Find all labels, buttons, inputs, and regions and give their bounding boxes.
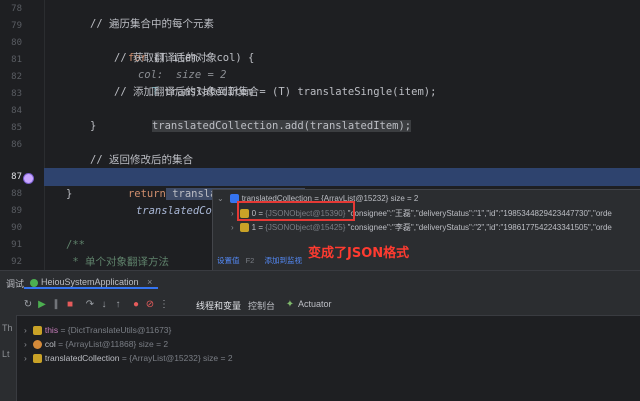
tab-console[interactable]: 控制台 bbox=[248, 299, 275, 312]
breakpoint-icon[interactable] bbox=[24, 174, 33, 183]
variable-value: = {ArrayList@15232} size = 2 bbox=[121, 353, 233, 363]
variable-name: translatedCollection bbox=[44, 353, 120, 363]
side-rail-item[interactable]: Th bbox=[2, 323, 13, 333]
line-number: 85 bbox=[11, 123, 22, 133]
line-number: 79 bbox=[11, 21, 22, 31]
close-icon[interactable]: × bbox=[147, 277, 152, 287]
popup-footer: 设置值 F2 添加到监视 bbox=[217, 254, 640, 268]
set-value-link[interactable]: 设置值 bbox=[217, 256, 240, 265]
annotation-text: 变成了JSON格式 bbox=[308, 246, 410, 261]
stop-icon[interactable]: ■ bbox=[64, 299, 76, 311]
variable-value: = {ArrayList@11868} size = 2 bbox=[58, 339, 169, 349]
line-number: 90 bbox=[11, 223, 22, 233]
pause-icon[interactable]: ∥ bbox=[50, 299, 62, 311]
debug-header: 调试 HeiouSystemApplication × bbox=[0, 271, 640, 295]
variable-row[interactable]: › this = {DictTranslateUtils@11673} bbox=[24, 323, 171, 337]
line-number: 89 bbox=[11, 206, 22, 216]
object-icon bbox=[239, 223, 249, 233]
debug-toolbar: ↻ ▶ ∥ ■ ↷ ↓ ↑ ● ⊘ ⋮ 线程和变量 控制台 ✦ Actuator bbox=[0, 295, 640, 316]
code-comment: // 添加翻译后的对象到新集合 bbox=[114, 86, 259, 98]
object-icon bbox=[32, 326, 42, 336]
breakpoints-icon[interactable]: ● bbox=[130, 299, 142, 311]
line-number: 80 bbox=[11, 38, 22, 48]
item-value: "consignee":"王磊","deliveryStatus":"1","i… bbox=[347, 209, 612, 218]
resume-icon[interactable]: ▶ bbox=[36, 299, 48, 311]
actuator-icon: ✦ bbox=[285, 299, 295, 310]
code-line-translated: T translatedItem = (T) translateSingle(i… bbox=[114, 67, 640, 98]
line-number: 82 bbox=[11, 72, 22, 82]
code-comment: // 遍历集合中的每个元素 bbox=[90, 18, 214, 30]
line-number: 81 bbox=[11, 55, 22, 65]
popup-item-row[interactable]: › 1 = {JSONObject@15425} "consignee":"李磊"… bbox=[231, 221, 640, 235]
shortcut-key: F2 bbox=[245, 256, 255, 265]
variable-name: col bbox=[44, 339, 56, 349]
item-index: 1 = bbox=[251, 223, 266, 232]
tab-actuator[interactable]: Actuator bbox=[298, 299, 332, 309]
tab-threads-variables[interactable]: 线程和变量 bbox=[196, 299, 241, 312]
line-number: 84 bbox=[11, 106, 22, 116]
object-icon bbox=[32, 354, 42, 364]
session-tab[interactable]: HeiouSystemApplication × bbox=[24, 277, 159, 289]
line-gutter: 78 79 80 81 82 83 84 85 86 87 88 89 90 9… bbox=[0, 0, 45, 270]
chevron-down-icon[interactable]: ⌄ bbox=[217, 194, 224, 203]
line-number: 83 bbox=[11, 89, 22, 99]
app-run-icon bbox=[30, 278, 38, 287]
chevron-right-icon[interactable]: › bbox=[231, 209, 234, 218]
annotation-highlight-box bbox=[237, 201, 355, 221]
variable-name: this bbox=[44, 325, 59, 335]
side-rail-item[interactable]: Lt bbox=[2, 349, 10, 359]
code-comment: // 返回修改后的集合 bbox=[90, 154, 193, 166]
chevron-right-icon[interactable]: › bbox=[24, 325, 27, 335]
step-into-icon[interactable]: ↓ bbox=[98, 299, 110, 311]
line-number: 92 bbox=[11, 257, 22, 267]
code-line-for: for (T item : col) { col: size = 2 bbox=[90, 33, 640, 81]
line-number: 86 bbox=[11, 140, 22, 150]
more-icon[interactable]: ⋮ bbox=[158, 299, 170, 311]
code-line-return: return translatedCollection; translatedC… bbox=[90, 169, 640, 217]
debug-title: 调试 bbox=[6, 279, 25, 289]
item-ref: {JSONObject@15425} bbox=[265, 223, 346, 232]
chevron-right-icon[interactable]: › bbox=[24, 353, 27, 363]
chevron-right-icon[interactable]: › bbox=[24, 339, 27, 349]
line-number: 78 bbox=[11, 4, 22, 14]
variable-value: = {DictTranslateUtils@11673} bbox=[60, 325, 172, 335]
chevron-right-icon[interactable]: › bbox=[231, 223, 234, 232]
variable-row[interactable]: › translatedCollection = {ArrayList@15232… bbox=[24, 351, 233, 365]
item-value: "consignee":"李磊","deliveryStatus":"2","i… bbox=[347, 223, 612, 232]
session-tab-label: HeiouSystemApplication bbox=[41, 277, 139, 287]
param-icon bbox=[32, 340, 42, 350]
closing-brace: } bbox=[90, 120, 97, 132]
debug-panel: 调试 HeiouSystemApplication × ↻ ▶ ∥ ■ ↷ ↓ … bbox=[0, 270, 640, 401]
line-number: 91 bbox=[11, 240, 22, 250]
step-over-icon[interactable]: ↷ bbox=[84, 299, 96, 311]
debug-side-rail: Th Lt bbox=[0, 315, 17, 401]
variable-row[interactable]: › col = {ArrayList@11868} size = 2 bbox=[24, 337, 168, 351]
code-comment: // 获取翻译后的对象 bbox=[114, 52, 217, 64]
rerun-icon[interactable]: ↻ bbox=[22, 299, 34, 311]
line-number: 87 bbox=[11, 172, 22, 182]
code-line-add: translatedCollection.add(translatedItem)… bbox=[114, 101, 640, 132]
step-out-icon[interactable]: ↑ bbox=[112, 299, 124, 311]
mute-breakpoints-icon[interactable]: ⊘ bbox=[144, 299, 156, 311]
add-to-watch-link[interactable]: 添加到监视 bbox=[264, 256, 302, 265]
line-number: 88 bbox=[11, 189, 22, 199]
